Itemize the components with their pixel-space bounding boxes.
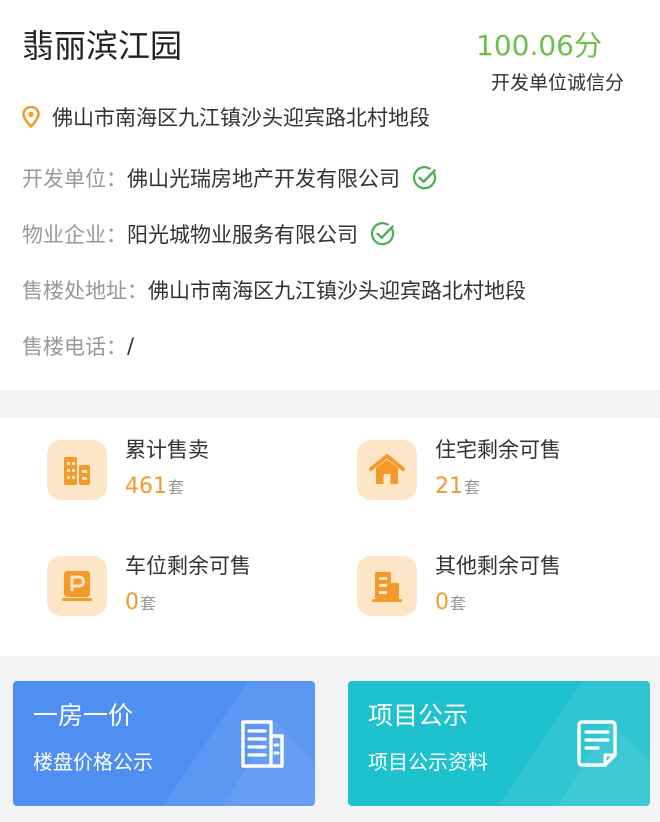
- credit-score-label: 开发单位诚信分: [490, 72, 624, 94]
- sales-address-value: 佛山市南海区九江镇沙头迎宾路北村地段: [148, 279, 526, 303]
- property-company-value[interactable]: 阳光城物业服务有限公司: [127, 219, 358, 249]
- stat-label: 累计售卖: [125, 438, 209, 462]
- document-list-icon: [241, 720, 284, 768]
- sales-stats-card: 累计售卖 461套 住宅剩余可售 21套 车位剩余可售 0套 其他剩余可售 0套: [0, 418, 660, 656]
- price-publicity-subtitle: 楼盘价格公示: [33, 750, 153, 774]
- stat-unit: 套: [464, 478, 481, 497]
- stat-value-wrap: 461套: [125, 474, 184, 501]
- verified-check-icon: [412, 166, 437, 190]
- project-publicity-subtitle: 项目公示资料: [368, 750, 488, 774]
- verified-check-icon: [370, 222, 395, 246]
- credit-score-value: 100.06分: [476, 29, 602, 62]
- building-icon: [47, 440, 107, 500]
- sales-address-row: 售楼处地址： 佛山市南海区九江镇沙头迎宾路北村地段: [22, 273, 526, 307]
- stat-value: 461: [125, 474, 167, 499]
- stat-value-wrap: 0套: [125, 590, 156, 617]
- project-publicity-title: 项目公示: [368, 701, 469, 730]
- stat-value: 21: [435, 474, 463, 499]
- stat-label: 车位剩余可售: [125, 554, 251, 578]
- stat-label: 住宅剩余可售: [435, 438, 561, 462]
- project-name: 翡丽滨江园: [22, 27, 183, 65]
- developer-value[interactable]: 佛山光瑞房地产开发有限公司: [127, 163, 400, 193]
- stat-value: 0: [435, 590, 449, 615]
- sales-address-label: 售楼处地址：: [22, 279, 148, 303]
- developer-row: 开发单位： 佛山光瑞房地产开发有限公司: [22, 161, 438, 195]
- stat-unit: 套: [450, 594, 467, 613]
- stat-unit: 套: [168, 478, 185, 497]
- parking-icon: [47, 556, 107, 616]
- project-address-row[interactable]: 佛山市南海区九江镇沙头迎宾路北村地段: [22, 101, 430, 133]
- stat-label: 其他剩余可售: [435, 554, 561, 578]
- price-publicity-button[interactable]: 一房一价 楼盘价格公示: [13, 681, 315, 806]
- sales-phone-label: 售楼电话：: [22, 335, 127, 359]
- developer-label: 开发单位：: [22, 167, 127, 191]
- property-company-label: 物业企业：: [22, 223, 127, 247]
- house-icon: [357, 440, 417, 500]
- project-address: 佛山市南海区九江镇沙头迎宾路北村地段: [52, 106, 430, 130]
- location-pin-icon: [22, 106, 40, 128]
- sales-phone-row: 售楼电话： /: [22, 329, 134, 363]
- project-info-card: 翡丽滨江园 100.06分 开发单位诚信分 佛山市南海区九江镇沙头迎宾路北村地段…: [0, 0, 660, 390]
- sales-phone-value[interactable]: /: [127, 334, 134, 358]
- document-notice-icon: [577, 720, 617, 767]
- stat-value-wrap: 21套: [435, 474, 480, 501]
- property-company-row: 物业企业： 阳光城物业服务有限公司: [22, 217, 396, 251]
- office-icon: [357, 556, 417, 616]
- price-publicity-title: 一房一价: [33, 701, 134, 730]
- project-publicity-button[interactable]: 项目公示 项目公示资料: [348, 681, 650, 806]
- stat-unit: 套: [140, 594, 157, 613]
- stat-value-wrap: 0套: [435, 590, 466, 617]
- stat-value: 0: [125, 590, 139, 615]
